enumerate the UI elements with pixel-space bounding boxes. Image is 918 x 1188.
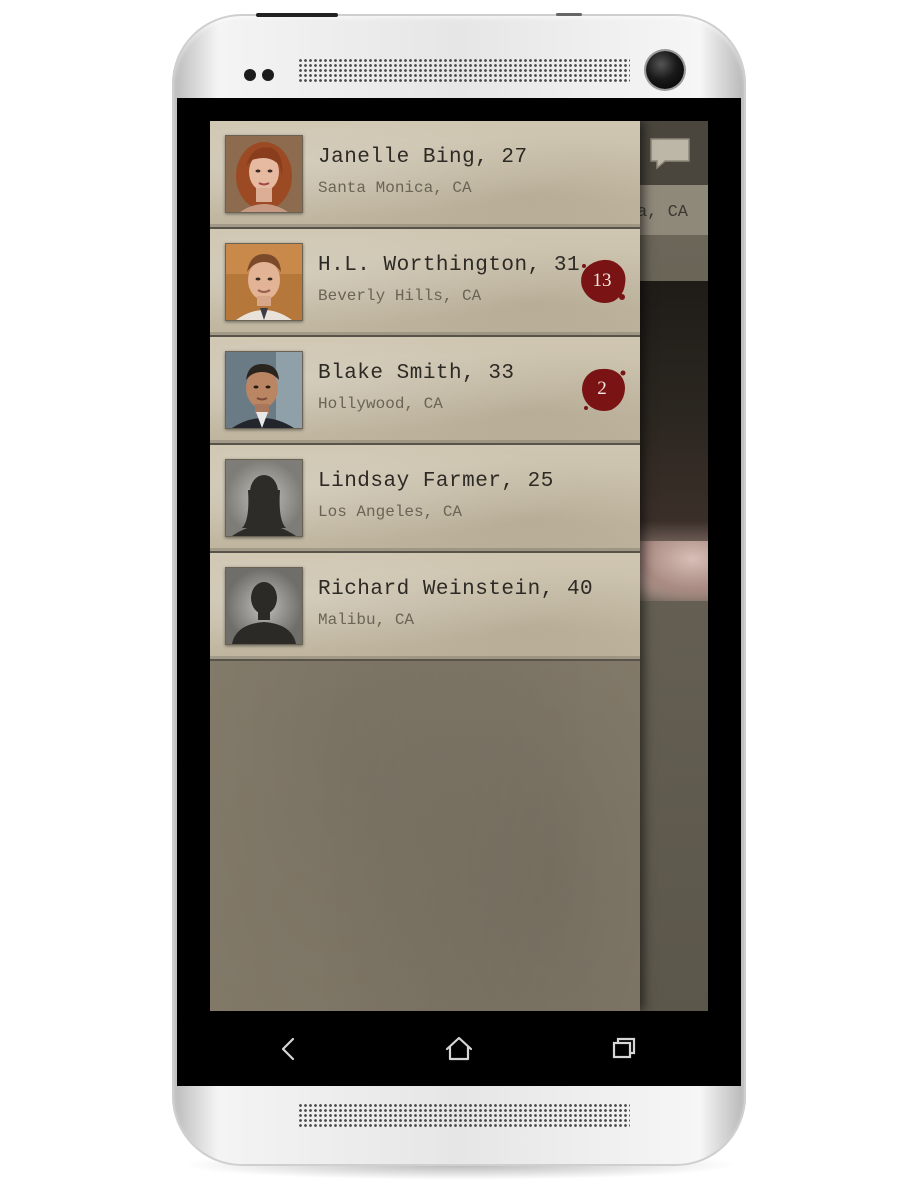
unread-count: 2 bbox=[597, 378, 607, 399]
android-nav-bar bbox=[210, 1011, 708, 1086]
unread-count-badge: 13 bbox=[578, 257, 628, 307]
bottom-speaker-grill bbox=[298, 1103, 630, 1129]
contact-location: Los Angeles, CA bbox=[318, 503, 463, 521]
avatar bbox=[225, 567, 303, 645]
chat-bubble-icon[interactable] bbox=[647, 135, 693, 171]
contact-location: Malibu, CA bbox=[318, 611, 415, 629]
device-mockup: a, CA Janelle Bing, 27 Santa Monica, CA … bbox=[0, 0, 918, 1188]
sensor-dot bbox=[244, 69, 256, 81]
contacts-drawer: Janelle Bing, 27 Santa Monica, CA H.L. W… bbox=[210, 121, 640, 1011]
unread-count: 13 bbox=[592, 270, 612, 291]
unread-count-badge: 2 bbox=[578, 365, 628, 415]
avatar bbox=[225, 135, 303, 213]
contact-name: H.L. Worthington, 31 bbox=[318, 254, 581, 277]
avatar bbox=[225, 243, 303, 321]
contact-name: Lindsay Farmer, 25 bbox=[318, 470, 554, 493]
contact-list-item[interactable]: H.L. Worthington, 31 Beverly Hills, CA 1… bbox=[210, 229, 640, 337]
top-speaker-grill bbox=[298, 58, 630, 84]
sensor-dot bbox=[262, 69, 274, 81]
recent-apps-icon[interactable] bbox=[604, 1033, 644, 1065]
front-camera bbox=[646, 51, 684, 89]
contact-location: Hollywood, CA bbox=[318, 395, 443, 413]
phone-top-button bbox=[556, 13, 582, 16]
home-icon[interactable] bbox=[439, 1033, 479, 1065]
contact-list-item[interactable]: Janelle Bing, 27 Santa Monica, CA bbox=[210, 121, 640, 229]
background-location-text: a, CA bbox=[636, 203, 688, 222]
contact-name: Blake Smith, 33 bbox=[318, 362, 515, 385]
contact-list: Janelle Bing, 27 Santa Monica, CA H.L. W… bbox=[210, 121, 640, 661]
contact-list-item[interactable]: Richard Weinstein, 40 Malibu, CA bbox=[210, 553, 640, 661]
contact-name: Janelle Bing, 27 bbox=[318, 146, 528, 169]
contact-location: Santa Monica, CA bbox=[318, 179, 472, 197]
phone-screen: a, CA Janelle Bing, 27 Santa Monica, CA … bbox=[210, 121, 708, 1011]
contact-location: Beverly Hills, CA bbox=[318, 287, 482, 305]
back-icon[interactable] bbox=[269, 1033, 309, 1065]
contact-list-item[interactable]: Blake Smith, 33 Hollywood, CA 2 bbox=[210, 337, 640, 445]
avatar bbox=[225, 351, 303, 429]
contact-list-item[interactable]: Lindsay Farmer, 25 Los Angeles, CA bbox=[210, 445, 640, 553]
avatar bbox=[225, 459, 303, 537]
phone-top-edge bbox=[256, 13, 338, 17]
contact-name: Richard Weinstein, 40 bbox=[318, 578, 594, 601]
